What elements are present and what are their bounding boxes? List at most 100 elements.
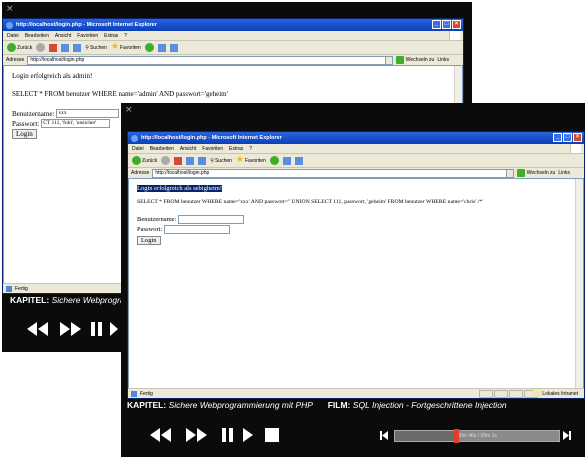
- windows-logo-icon: [570, 144, 581, 153]
- history-button[interactable]: [269, 156, 279, 165]
- stop-button[interactable]: [174, 156, 183, 165]
- status-cell: [479, 389, 494, 398]
- favorites-button[interactable]: ★ Favoriten: [111, 43, 141, 52]
- username-input[interactable]: xxx: [56, 109, 120, 118]
- address-label: Adresse: [131, 170, 150, 176]
- close-icon[interactable]: ×: [125, 106, 134, 115]
- password-label: Passwort:: [137, 226, 163, 233]
- menu-help[interactable]: ?: [249, 146, 252, 152]
- password-input[interactable]: [164, 225, 231, 234]
- forward-button[interactable]: [36, 43, 46, 52]
- chapter-caption: KAPITEL: Sichere Webprogrammierung mit P…: [127, 400, 585, 410]
- skip-back-icon[interactable]: [379, 430, 389, 441]
- cup-icon[interactable]: [533, 389, 542, 397]
- menu-ansicht[interactable]: Ansicht: [180, 146, 196, 152]
- login-button[interactable]: Login: [137, 236, 161, 245]
- close-icon[interactable]: ×: [6, 5, 15, 14]
- page-content: Login erfolgreich als sebigheim! SELECT …: [128, 178, 584, 389]
- menu-ansicht[interactable]: Ansicht: [55, 33, 71, 39]
- window-title: http://localhost/login.php - Microsoft I…: [141, 135, 282, 141]
- favorites-button[interactable]: ★ Favoriten: [236, 156, 266, 165]
- close-button[interactable]: ×: [452, 20, 461, 29]
- fast-forward-icon[interactable]: [186, 428, 207, 442]
- address-input[interactable]: http://localhost/login.php: [27, 55, 393, 65]
- links-button[interactable]: Links: [437, 57, 463, 63]
- login-message: Login erfolgreich als admin!: [12, 72, 93, 80]
- print-button[interactable]: [294, 156, 303, 165]
- status-text: Fertig: [140, 390, 153, 397]
- forward-button[interactable]: [161, 156, 171, 165]
- links-button[interactable]: Links: [558, 170, 584, 176]
- go-button[interactable]: Wechseln zu: [516, 169, 555, 177]
- menu-extras[interactable]: Extras: [229, 146, 243, 152]
- title-bar: http://localhost/login.php - Microsoft I…: [128, 132, 584, 144]
- rewind-icon[interactable]: [27, 322, 48, 336]
- pause-icon[interactable]: [91, 322, 102, 336]
- play-icon[interactable]: [243, 428, 253, 442]
- pause-icon[interactable]: [222, 428, 233, 442]
- login-button[interactable]: Login: [12, 129, 37, 139]
- back-arrow-icon: [7, 43, 16, 52]
- chevron-down-icon[interactable]: [505, 169, 513, 177]
- address-input[interactable]: http://localhost/login.php: [152, 168, 514, 178]
- toolbar: Zurück ⚲ Suchen ★ Favoriten: [3, 41, 463, 55]
- play-icon[interactable]: [110, 322, 118, 336]
- window-title: http://localhost/login.php - Microsoft I…: [16, 22, 157, 28]
- menu-favoriten[interactable]: Favoriten: [202, 146, 223, 152]
- ie-icon: [6, 21, 13, 29]
- history-button[interactable]: [144, 43, 154, 52]
- search-button[interactable]: ⚲ Suchen: [210, 158, 232, 164]
- windows-logo-icon: [449, 31, 460, 40]
- menu-help[interactable]: ?: [124, 33, 127, 39]
- go-button[interactable]: Wechseln zu: [395, 56, 434, 64]
- chevron-down-icon[interactable]: [384, 56, 392, 64]
- menu-datei[interactable]: Datei: [7, 33, 19, 39]
- minimize-button[interactable]: _: [553, 133, 562, 142]
- back-button[interactable]: Zurück: [132, 156, 157, 165]
- mail-button[interactable]: [282, 156, 291, 165]
- page-done-icon: [6, 285, 12, 292]
- search-button[interactable]: ⚲ Suchen: [85, 45, 107, 51]
- home-button[interactable]: [73, 43, 82, 52]
- skip-forward-icon[interactable]: [562, 430, 572, 441]
- address-label: Adresse: [6, 57, 25, 63]
- menu-datei[interactable]: Datei: [132, 146, 144, 152]
- back-button[interactable]: Zurück: [7, 43, 32, 52]
- menu-bearbeiten[interactable]: Bearbeiten: [150, 146, 174, 152]
- print-button[interactable]: [169, 43, 178, 52]
- page-done-icon: [131, 390, 137, 397]
- front-player-controls: [147, 426, 292, 444]
- stop-button[interactable]: [49, 43, 58, 52]
- title-bar: http://localhost/login.php - Microsoft I…: [3, 19, 463, 31]
- chapter-label: KAPITEL:: [10, 295, 50, 305]
- front-player-window: × http://localhost/login.php - Microsoft…: [121, 103, 585, 457]
- password-input[interactable]: CT 111, 'fobi', 'unsicher': [41, 119, 111, 128]
- home-button[interactable]: [198, 156, 207, 165]
- menu-bearbeiten[interactable]: Bearbeiten: [25, 33, 49, 39]
- menu-extras[interactable]: Extras: [104, 33, 118, 39]
- vertical-scrollbar[interactable]: [575, 179, 583, 388]
- status-cell: [509, 389, 524, 398]
- username-label: Benutzername:: [12, 109, 55, 118]
- maximize-button[interactable]: □: [563, 133, 572, 142]
- rewind-icon[interactable]: [150, 428, 171, 442]
- maximize-button[interactable]: □: [442, 20, 451, 29]
- window-buttons: _ □ ×: [432, 20, 461, 29]
- minimize-button[interactable]: _: [432, 20, 441, 29]
- front-ie-screen: http://localhost/login.php - Microsoft I…: [127, 131, 585, 399]
- go-arrow-icon: [516, 169, 525, 177]
- close-button[interactable]: ×: [573, 133, 582, 142]
- menu-favoriten[interactable]: Favoriten: [77, 33, 98, 39]
- username-input[interactable]: [178, 215, 245, 224]
- security-zone: Lokales Intranet: [542, 390, 578, 397]
- stop-icon[interactable]: [265, 428, 279, 442]
- progress-bar[interactable]: 00m 46s / 09m 1s: [394, 429, 560, 443]
- film-label: FILM:: [327, 400, 351, 410]
- status-cells: Lokales Intranet: [479, 389, 584, 398]
- refresh-button[interactable]: [61, 43, 70, 52]
- fast-forward-icon[interactable]: [60, 322, 81, 336]
- film-title: SQL Injection - Fortgeschrittene Injecti…: [352, 400, 507, 410]
- progress-knob[interactable]: [454, 429, 459, 443]
- mail-button[interactable]: [157, 43, 166, 52]
- refresh-button[interactable]: [186, 156, 195, 165]
